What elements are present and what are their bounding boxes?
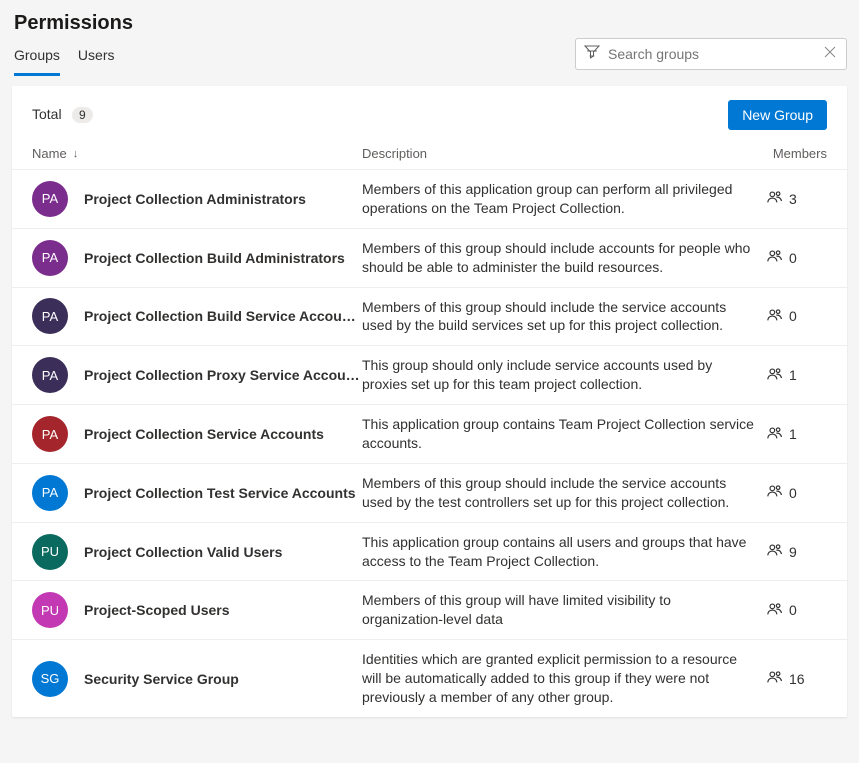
group-name: Project Collection Test Service Accounts bbox=[68, 485, 362, 501]
group-avatar: PA bbox=[32, 181, 68, 217]
search-groups-input-wrapper[interactable] bbox=[575, 38, 847, 70]
group-members: 0 bbox=[767, 484, 827, 501]
group-row[interactable]: PAProject Collection Proxy Service Accou… bbox=[12, 345, 847, 404]
members-count: 1 bbox=[789, 367, 797, 383]
column-name[interactable]: Name ↓ bbox=[32, 146, 362, 161]
members-count: 3 bbox=[789, 191, 797, 207]
group-row[interactable]: PUProject Collection Valid UsersThis app… bbox=[12, 522, 847, 581]
column-members[interactable]: Members bbox=[767, 146, 827, 161]
group-name: Project Collection Build Administrators bbox=[68, 250, 362, 266]
members-icon bbox=[767, 670, 783, 687]
members-count: 1 bbox=[789, 426, 797, 442]
group-name: Project Collection Build Service Accou… bbox=[68, 308, 362, 324]
members-icon bbox=[767, 543, 783, 560]
group-row[interactable]: PAProject Collection Build Administrator… bbox=[12, 228, 847, 287]
members-icon bbox=[767, 484, 783, 501]
members-icon bbox=[767, 602, 783, 619]
table-header: Name ↓ Description Members bbox=[12, 140, 847, 169]
members-count: 0 bbox=[789, 602, 797, 618]
total-count-badge: 9 bbox=[72, 107, 93, 123]
group-name: Project Collection Valid Users bbox=[68, 544, 362, 560]
group-avatar: PA bbox=[32, 298, 68, 334]
group-description: Members of this group should include the… bbox=[362, 298, 767, 336]
members-count: 0 bbox=[789, 250, 797, 266]
group-description: Members of this group should include acc… bbox=[362, 239, 767, 277]
group-description: Identities which are granted explicit pe… bbox=[362, 650, 767, 707]
group-name: Project Collection Proxy Service Accou… bbox=[68, 367, 362, 383]
members-icon bbox=[767, 367, 783, 384]
group-row[interactable]: PAProject Collection Build Service Accou… bbox=[12, 287, 847, 346]
group-name: Project Collection Service Accounts bbox=[68, 426, 362, 442]
column-description[interactable]: Description bbox=[362, 146, 767, 161]
tabs: Groups Users bbox=[14, 37, 114, 76]
members-icon bbox=[767, 190, 783, 207]
group-name: Project-Scoped Users bbox=[68, 602, 362, 618]
group-avatar: PU bbox=[32, 592, 68, 628]
group-description: This application group contains Team Pro… bbox=[362, 415, 767, 453]
members-count: 0 bbox=[789, 308, 797, 324]
group-members: 3 bbox=[767, 190, 827, 207]
total-label: Total bbox=[32, 106, 62, 122]
group-avatar: PA bbox=[32, 357, 68, 393]
page-title: Permissions bbox=[14, 12, 845, 35]
group-name: Security Service Group bbox=[68, 671, 362, 687]
group-avatar: PA bbox=[32, 475, 68, 511]
group-row[interactable]: PAProject Collection AdministratorsMembe… bbox=[12, 169, 847, 228]
sort-descending-icon: ↓ bbox=[73, 148, 79, 160]
group-row[interactable]: SGSecurity Service GroupIdentities which… bbox=[12, 639, 847, 717]
group-members: 9 bbox=[767, 543, 827, 560]
members-icon bbox=[767, 249, 783, 266]
group-members: 0 bbox=[767, 602, 827, 619]
column-name-label: Name bbox=[32, 146, 67, 161]
total-summary: Total 9 bbox=[32, 106, 93, 124]
group-avatar: PU bbox=[32, 534, 68, 570]
tab-users[interactable]: Users bbox=[78, 37, 115, 76]
group-members: 16 bbox=[767, 670, 827, 687]
group-members: 0 bbox=[767, 308, 827, 325]
group-description: This group should only include service a… bbox=[362, 356, 767, 394]
members-icon bbox=[767, 426, 783, 443]
group-members: 0 bbox=[767, 249, 827, 266]
group-row[interactable]: PAProject Collection Test Service Accoun… bbox=[12, 463, 847, 522]
members-count: 16 bbox=[789, 671, 805, 687]
tab-groups[interactable]: Groups bbox=[14, 37, 60, 76]
search-groups-input[interactable] bbox=[600, 46, 822, 62]
members-count: 0 bbox=[789, 485, 797, 501]
group-avatar: PA bbox=[32, 416, 68, 452]
members-icon bbox=[767, 308, 783, 325]
group-row[interactable]: PAProject Collection Service AccountsThi… bbox=[12, 404, 847, 463]
group-avatar: PA bbox=[32, 240, 68, 276]
group-description: This application group contains all user… bbox=[362, 533, 767, 571]
groups-card: Total 9 New Group Name ↓ Description Mem… bbox=[12, 86, 847, 717]
group-members: 1 bbox=[767, 367, 827, 384]
groups-list: PAProject Collection AdministratorsMembe… bbox=[12, 169, 847, 717]
members-count: 9 bbox=[789, 544, 797, 560]
group-description: Members of this application group can pe… bbox=[362, 180, 767, 218]
group-description: Members of this group should include the… bbox=[362, 474, 767, 512]
group-members: 1 bbox=[767, 426, 827, 443]
group-description: Members of this group will have limited … bbox=[362, 591, 767, 629]
filter-icon bbox=[584, 44, 600, 65]
group-row[interactable]: PUProject-Scoped UsersMembers of this gr… bbox=[12, 580, 847, 639]
new-group-button[interactable]: New Group bbox=[728, 100, 827, 130]
group-name: Project Collection Administrators bbox=[68, 191, 362, 207]
group-avatar: SG bbox=[32, 661, 68, 697]
clear-search-icon[interactable] bbox=[822, 44, 838, 65]
